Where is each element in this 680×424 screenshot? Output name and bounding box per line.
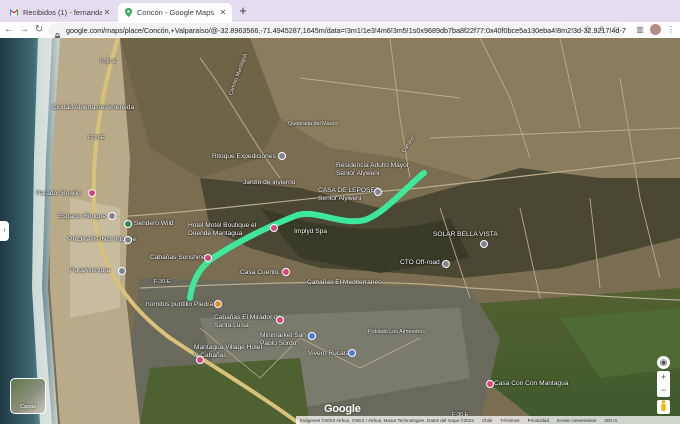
pegman-icon[interactable] — [657, 400, 670, 414]
feedback-link[interactable]: Enviar comentarios — [557, 418, 596, 423]
place-label[interactable]: Ritoque Expediciones — [212, 153, 276, 161]
tab-title: Recibidos (1) - fernanda.carra — [23, 8, 102, 17]
place-pin-icon[interactable] — [480, 240, 488, 248]
place-label[interactable]: Mantagua Village Hotel & Cabañas — [194, 344, 264, 360]
scale-label[interactable]: 200 m — [604, 418, 617, 423]
layers-label: Capas — [20, 404, 36, 410]
back-arrow-icon[interactable]: ← — [3, 24, 15, 36]
privacy-link[interactable]: Privacidad — [528, 418, 549, 423]
place-label[interactable]: Parador Bowlin — [36, 190, 81, 198]
tab-maps[interactable]: Concón - Google Maps ✕ — [118, 3, 232, 22]
address-bar[interactable]: google.com/maps/place/Concón,+Valparaíso… — [48, 23, 626, 40]
place-pin-icon[interactable] — [88, 189, 96, 197]
maps-pin-icon — [124, 8, 132, 17]
place-label[interactable]: Casa Con Con Mantagua — [494, 380, 568, 388]
place-pin-icon[interactable] — [442, 260, 450, 268]
place-label[interactable]: Sendero Wild — [134, 220, 174, 228]
place-label[interactable]: Espacio Ritoque — [58, 213, 106, 221]
menu-icon[interactable]: ⋮ — [666, 24, 676, 35]
google-logo: Google — [324, 403, 361, 415]
share-icon[interactable]: ⇪ — [597, 25, 606, 34]
attribution-bar: Imágenes ©2023 Airbus, CNES / Airbus, Ma… — [296, 416, 680, 424]
place-pin-icon[interactable] — [486, 380, 494, 388]
place-label[interactable]: PuraAventura — [70, 267, 110, 275]
place-label[interactable]: Vivero Rucaray — [308, 350, 353, 358]
place-pin-icon[interactable] — [118, 267, 126, 275]
side-panel-icon[interactable]: ▥ — [635, 24, 645, 35]
road-label: F-30-E — [100, 59, 117, 65]
place-label[interactable]: SOLAR BELLA VISTA — [433, 231, 498, 239]
forward-arrow-icon[interactable]: → — [18, 24, 30, 36]
place-label[interactable]: Residencia Adulto Mayor Senior Alyweni — [336, 162, 426, 178]
place-label[interactable]: Implyd Spa — [294, 228, 327, 236]
layers-button[interactable]: Capas — [10, 378, 46, 414]
collapse-panel-button[interactable]: › — [0, 221, 9, 241]
place-pin-icon[interactable] — [282, 268, 290, 276]
place-pin-icon[interactable] — [270, 224, 278, 232]
place-pin-icon[interactable] — [124, 236, 132, 244]
tab-strip: Recibidos (1) - fernanda.carra ✕ Concón … — [0, 0, 680, 22]
my-location-icon[interactable]: ◉ — [657, 356, 670, 369]
reload-icon[interactable]: ↻ — [33, 24, 45, 36]
place-label: Poblado Los Almendros — [368, 329, 425, 335]
zoom-in-button[interactable]: + — [657, 371, 670, 384]
road-label: F-30-E — [88, 135, 105, 141]
tab-gmail[interactable]: Recibidos (1) - fernanda.carra ✕ — [4, 3, 116, 22]
place-pin-icon[interactable] — [108, 212, 116, 220]
terms-link[interactable]: Términos — [500, 418, 519, 423]
satellite-map[interactable]: Ciudad Abierta de Amereida Camino Mantag… — [0, 38, 680, 424]
lock-icon — [54, 27, 61, 40]
place-label[interactable]: Cabañas El Mediterraneo — [307, 279, 382, 287]
zoom-out-button[interactable]: − — [657, 384, 670, 397]
place-pin-icon[interactable] — [308, 332, 316, 340]
place-label[interactable]: Cabañas Sunshine — [150, 254, 206, 262]
zoom-control: + − — [657, 371, 670, 397]
place-label[interactable]: CTO Off-road — [400, 259, 440, 267]
new-tab-button[interactable]: + — [236, 4, 250, 18]
place-label[interactable]: Jardín de invierno — [243, 179, 295, 187]
place-pin-icon[interactable] — [278, 152, 286, 160]
place-label[interactable]: Cabañas El Mirador de Santa Luisa — [214, 314, 284, 330]
imagery-credit: Imágenes ©2023 Airbus, CNES / Airbus, Ma… — [300, 417, 474, 423]
place-label[interactable]: Casa Cuento — [240, 269, 279, 277]
close-icon[interactable]: ✕ — [218, 8, 228, 17]
tab-title: Concón - Google Maps — [137, 8, 215, 17]
url-text: google.com/maps/place/Concón,+Valparaíso… — [66, 25, 626, 35]
place-pin-icon[interactable] — [214, 300, 222, 308]
close-icon[interactable]: ✕ — [102, 8, 112, 17]
bookmark-star-icon[interactable]: ☆ — [611, 25, 620, 34]
satellite-imagery — [0, 38, 680, 424]
gmail-icon — [10, 9, 18, 17]
road-label: F-30-E — [154, 279, 171, 285]
place-label: Quebrada del Mauco — [288, 121, 339, 127]
place-pin-icon[interactable] — [196, 356, 204, 364]
place-pin-icon[interactable] — [124, 220, 132, 228]
place-pin-icon[interactable] — [276, 316, 284, 324]
place-label[interactable]: Ciudad Abierta de Amereida — [52, 104, 134, 112]
place-pin-icon[interactable] — [204, 254, 212, 262]
profile-avatar[interactable] — [650, 24, 661, 35]
place-pin-icon[interactable] — [348, 349, 356, 357]
place-label[interactable]: Hotel Motel Boutique el Duende Mantagua — [188, 222, 268, 238]
google-lens-icon[interactable]: ◎ — [583, 25, 592, 34]
browser-toolbar: ← → ↻ google.com/maps/place/Concón,+Valp… — [0, 22, 680, 40]
place-label[interactable]: hornitos puntillo Piedra — [146, 301, 213, 309]
region-link[interactable]: Chile — [482, 418, 492, 423]
place-pin-icon[interactable] — [374, 188, 382, 196]
